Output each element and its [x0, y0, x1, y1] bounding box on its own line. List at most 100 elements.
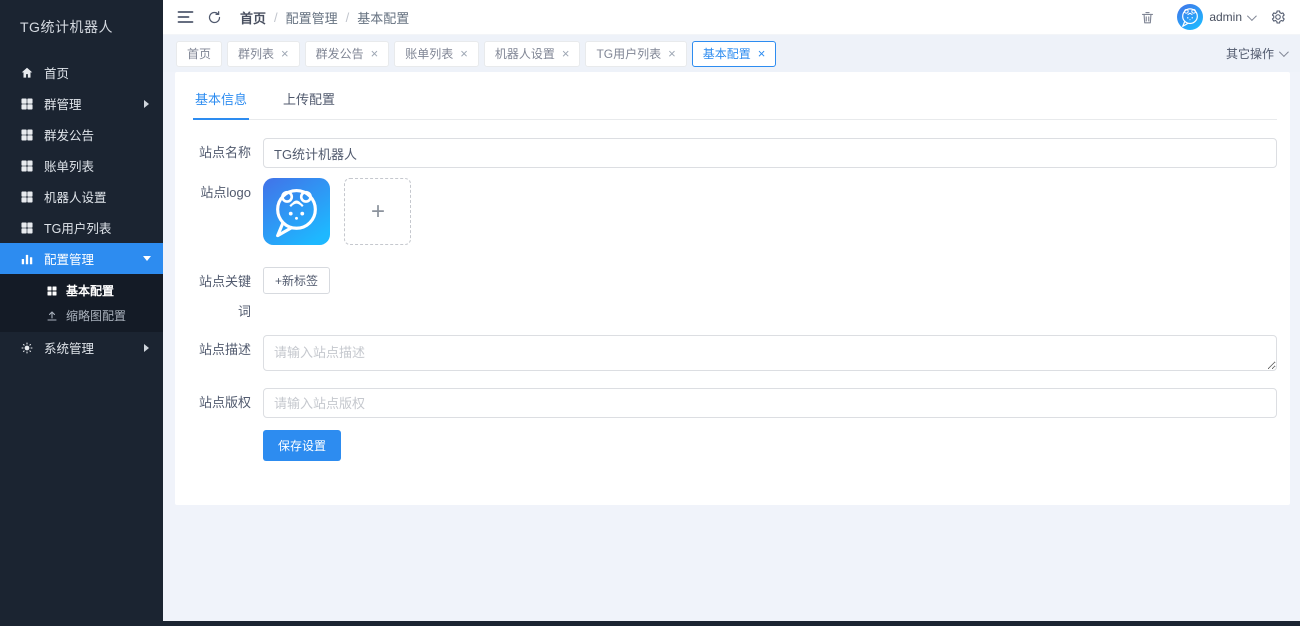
chevron-right-icon: [144, 343, 149, 352]
top-bar-right: admin: [1140, 4, 1300, 30]
sidebar-item-label: 群管理: [44, 98, 82, 112]
tab-robot-settings[interactable]: 机器人设置 ×: [483, 40, 581, 67]
close-icon[interactable]: ×: [668, 47, 676, 60]
tab-label: 基本配置: [702, 47, 751, 61]
sidebar-item-label: 账单列表: [44, 160, 95, 174]
tab-label: 群列表: [238, 47, 275, 61]
gear-icon: [20, 341, 34, 355]
sidebar-item-bills[interactable]: 账单列表: [0, 150, 163, 181]
basic-config-form: 站点名称 站点logo: [193, 120, 1277, 461]
sidebar-item-label: TG用户列表: [44, 222, 112, 236]
sidebar-item-broadcast[interactable]: 群发公告: [0, 119, 163, 150]
site-description-textarea[interactable]: [263, 335, 1277, 371]
site-copyright-label: 站点版权: [198, 395, 251, 410]
sidebar-subitem-label: 基本配置: [66, 284, 115, 298]
breadcrumb-basic-config[interactable]: 基本配置: [357, 8, 409, 27]
close-icon[interactable]: ×: [371, 47, 379, 60]
site-name-input[interactable]: [263, 138, 1277, 168]
chevron-down-icon: [1246, 10, 1257, 21]
trash-icon[interactable]: [1140, 10, 1155, 25]
breadcrumb-separator: /: [345, 9, 350, 25]
breadcrumb-home[interactable]: 首页: [240, 8, 266, 27]
site-name-label: 站点名称: [198, 145, 251, 160]
sidebar-menu: 首页 群管理 群发公告 账单列表 机器人设置 TG用户列表 配置管理 基本配置 …: [0, 57, 163, 363]
site-logo-row: 站点logo +: [193, 178, 1277, 245]
tab-label: 首页: [187, 47, 212, 61]
close-icon[interactable]: ×: [281, 47, 289, 60]
avatar[interactable]: [1177, 4, 1204, 30]
page-root: TG统计机器人 首页 群管理 群发公告 账单列表 机器人设置 TG用户列表 配置…: [0, 0, 1300, 626]
add-tag-button[interactable]: +新标签: [263, 267, 331, 294]
site-description-row: 站点描述: [193, 335, 1277, 376]
other-operations-dropdown[interactable]: 其它操作: [1225, 45, 1289, 62]
logo-upload-button[interactable]: +: [344, 178, 412, 245]
sidebar-subitem-basic-config[interactable]: 基本配置: [0, 278, 163, 303]
tab-label: TG用户列表: [596, 47, 662, 61]
grid-icon: [20, 159, 34, 173]
sidebar-item-label: 配置管理: [44, 253, 95, 267]
tab-label: 机器人设置: [494, 47, 555, 61]
grid-icon: [46, 285, 58, 297]
site-logo-image[interactable]: [263, 178, 330, 245]
other-operations-label: 其它操作: [1225, 47, 1274, 61]
chevron-right-icon: [144, 99, 149, 108]
sidebar-submenu: 基本配置 缩略图配置: [0, 274, 163, 332]
save-row: 保存设置: [193, 428, 1277, 461]
grid-icon: [20, 97, 34, 111]
tab-upload-config[interactable]: 上传配置: [281, 85, 337, 119]
sidebar-item-home[interactable]: 首页: [0, 57, 163, 88]
tab-broadcast[interactable]: 群发公告 ×: [304, 40, 390, 67]
tab-tg-users[interactable]: TG用户列表 ×: [585, 40, 687, 67]
sidebar-subitem-thumbnail-config[interactable]: 缩略图配置: [0, 303, 163, 328]
tab-bills[interactable]: 账单列表 ×: [394, 40, 479, 67]
sidebar-item-group-mgmt[interactable]: 群管理: [0, 88, 163, 119]
site-description-label: 站点描述: [198, 342, 251, 357]
view-tab-strip: 首页 群列表 × 群发公告 × 账单列表 × 机器人设置 × TG用户列表 × …: [163, 35, 1300, 72]
refresh-icon[interactable]: [207, 10, 222, 25]
save-settings-button[interactable]: 保存设置: [263, 430, 342, 461]
chevron-down-icon: [1278, 47, 1289, 58]
site-copyright-input[interactable]: [263, 388, 1277, 418]
horizontal-scrollbar[interactable]: [0, 621, 1300, 626]
sidebar-item-label: 首页: [44, 67, 70, 81]
site-keywords-label: 站点关键词: [198, 274, 251, 319]
sidebar-item-label: 系统管理: [44, 342, 95, 356]
close-icon[interactable]: ×: [562, 47, 570, 60]
sidebar: TG统计机器人 首页 群管理 群发公告 账单列表 机器人设置 TG用户列表 配置…: [0, 0, 163, 626]
tab-label: 群发公告: [315, 47, 364, 61]
content-tabs: 基本信息 上传配置: [193, 85, 1277, 120]
sidebar-subitem-label: 缩略图配置: [66, 309, 127, 323]
grid-icon: [20, 221, 34, 235]
top-bar: 首页 / 配置管理 / 基本配置 admin: [163, 0, 1300, 35]
sidebar-item-system-mgmt[interactable]: 系统管理: [0, 332, 163, 363]
chevron-down-icon: [143, 256, 151, 261]
tab-group-list[interactable]: 群列表 ×: [227, 40, 300, 67]
close-icon[interactable]: ×: [460, 47, 468, 60]
site-name-row: 站点名称: [193, 138, 1277, 168]
tab-home[interactable]: 首页: [176, 40, 223, 67]
breadcrumb-config-mgmt[interactable]: 配置管理: [286, 8, 338, 27]
site-keywords-row: 站点关键词 +新标签: [193, 267, 1277, 327]
upload-icon: [46, 310, 58, 322]
tab-label: 账单列表: [405, 47, 454, 61]
breadcrumb-separator: /: [274, 9, 278, 25]
grid-icon: [20, 128, 34, 142]
sidebar-item-robot-settings[interactable]: 机器人设置: [0, 181, 163, 212]
plus-icon: +: [370, 197, 385, 225]
user-menu[interactable]: admin: [1209, 10, 1242, 24]
site-copyright-row: 站点版权: [193, 388, 1277, 418]
sidebar-item-tg-users[interactable]: TG用户列表: [0, 212, 163, 243]
sidebar-item-config-mgmt[interactable]: 配置管理: [0, 243, 163, 274]
app-title: TG统计机器人: [20, 19, 113, 35]
site-logo-label: 站点logo: [200, 185, 251, 200]
tab-basic-config[interactable]: 基本配置 ×: [691, 40, 777, 67]
grid-icon: [20, 190, 34, 204]
collapse-menu-icon[interactable]: [177, 10, 194, 24]
home-icon: [20, 66, 34, 80]
settings-gear-icon[interactable]: [1270, 9, 1286, 25]
bar-chart-icon: [20, 252, 34, 266]
breadcrumb: 首页 / 配置管理 / 基本配置: [240, 8, 409, 27]
sidebar-item-label: 机器人设置: [44, 191, 107, 205]
tab-basic-info[interactable]: 基本信息: [193, 85, 250, 120]
close-icon[interactable]: ×: [758, 47, 766, 60]
